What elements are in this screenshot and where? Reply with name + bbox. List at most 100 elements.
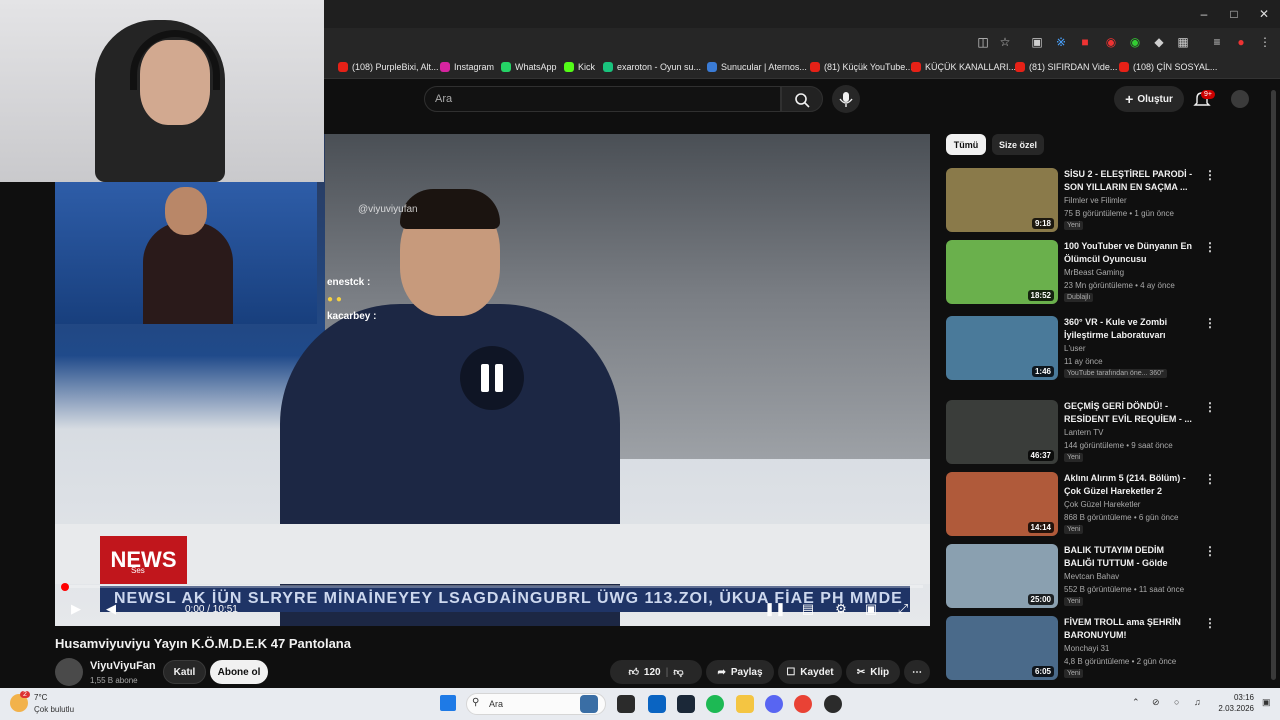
search-input[interactable]: Ara bbox=[424, 86, 781, 112]
pause-overlay-icon[interactable] bbox=[460, 346, 524, 410]
miniplayer-icon[interactable]: ▣ bbox=[863, 598, 879, 620]
search-button[interactable] bbox=[781, 86, 823, 112]
channel-avatar[interactable] bbox=[55, 658, 83, 686]
recommendation-item[interactable]: 46:37 GEÇMİŞ GERİ DÖNDÜ! - RESİDENT EVİL … bbox=[946, 400, 1221, 464]
bookmark-star-icon[interactable]: ☆ bbox=[996, 33, 1014, 51]
recommendation-item[interactable]: 6:05 FİVEM TROLL ama ŞEHRİN BARONUYUM! Mon… bbox=[946, 616, 1221, 680]
extension-icon[interactable]: ◉ bbox=[1102, 33, 1120, 51]
more-vertical-icon[interactable]: ⋮ bbox=[1204, 472, 1216, 486]
bookmark-item[interactable]: Instagram bbox=[440, 60, 494, 74]
bookmark-item[interactable]: (108) PurpleBixi, Alt... bbox=[338, 60, 439, 74]
recommendation-title[interactable]: Aklını Alırım 5 (214. Bölüm) - Çok Güzel… bbox=[1064, 472, 1196, 498]
recommendation-item[interactable]: 18:52 100 YouTuber ve Dünyanın En Ölümcül… bbox=[946, 240, 1221, 304]
close-icon[interactable]: ✕ bbox=[1254, 4, 1274, 24]
recommendation-thumbnail[interactable]: 46:37 bbox=[946, 400, 1058, 464]
recommendation-thumbnail[interactable]: 1:46 bbox=[946, 316, 1058, 380]
network-icon[interactable]: ⊘ bbox=[1152, 697, 1160, 708]
profile-icon[interactable]: ● bbox=[1232, 33, 1250, 51]
recommendation-title[interactable]: SİSU 2 - ELEŞTİREL PARODİ - SON YILLARIN… bbox=[1064, 168, 1196, 194]
settings-gear-icon[interactable]: ⚙ bbox=[833, 598, 849, 620]
pause-icon[interactable]: ❚❚ bbox=[764, 598, 786, 620]
bookmark-item[interactable]: (108) ÇİN SOSYAL... bbox=[1119, 60, 1217, 74]
chip-for-you[interactable]: Size özel bbox=[992, 134, 1044, 155]
save-button[interactable]: ☐ Kaydet bbox=[778, 660, 842, 684]
more-vertical-icon[interactable]: ⋮ bbox=[1204, 400, 1216, 414]
recommendation-thumbnail[interactable]: 9:18 bbox=[946, 168, 1058, 232]
clip-button[interactable]: ✂ Klip bbox=[846, 660, 900, 684]
show-hidden-icons-icon[interactable]: ⌃ bbox=[1132, 697, 1140, 708]
menu-icon[interactable]: ⋮ bbox=[1256, 33, 1274, 51]
extension-icon[interactable]: ■ bbox=[1076, 33, 1094, 51]
extension-icon[interactable]: ▣ bbox=[1028, 33, 1046, 51]
fullscreen-icon[interactable]: ⤢ bbox=[895, 598, 911, 620]
recommendation-channel[interactable]: MrBeast Gaming bbox=[1064, 268, 1124, 277]
minimize-icon[interactable]: – bbox=[1194, 4, 1214, 24]
bookmark-item[interactable]: (81) Küçük YouTube... bbox=[810, 60, 913, 74]
install-app-icon[interactable]: ◫ bbox=[974, 33, 992, 51]
recommendation-title[interactable]: 360° VR - Kule ve Zombi İyileştirme Labo… bbox=[1064, 316, 1196, 342]
more-actions-button[interactable]: ⋯ bbox=[904, 660, 930, 684]
maximize-icon[interactable]: □ bbox=[1224, 4, 1244, 24]
voice-search-button[interactable] bbox=[832, 85, 860, 113]
chip-all[interactable]: Tümü bbox=[946, 134, 986, 155]
recommendation-title[interactable]: FİVEM TROLL ama ŞEHRİN BARONUYUM! bbox=[1064, 616, 1196, 642]
recommendation-thumbnail[interactable]: 25:00 bbox=[946, 544, 1058, 608]
bookmark-item[interactable]: exaroton - Oyun su... bbox=[603, 60, 701, 74]
start-windows-icon[interactable] bbox=[440, 695, 456, 711]
recommendation-item[interactable]: 9:18 SİSU 2 - ELEŞTİREL PARODİ - SON YILL… bbox=[946, 168, 1221, 232]
progress-scrubber[interactable] bbox=[61, 583, 69, 591]
bookmark-item[interactable]: KÜÇÜK KANALLARI... bbox=[911, 60, 1016, 74]
recommendation-title[interactable]: BALIK TUTAYIM DEDİM BALIĞI TUTTUM - Göld… bbox=[1064, 544, 1196, 570]
dislike-button[interactable]: 👎︎ bbox=[673, 666, 683, 678]
play-button[interactable]: ▶ bbox=[65, 598, 87, 620]
tab-search-icon[interactable]: ≡ bbox=[1208, 33, 1226, 51]
extension-icon[interactable]: ◆ bbox=[1150, 33, 1168, 51]
spotify-icon[interactable] bbox=[706, 695, 724, 713]
page-scrollbar[interactable] bbox=[1271, 90, 1276, 680]
channel-name[interactable]: ViyuViyuFan bbox=[90, 660, 156, 672]
share-button[interactable]: ➦ Paylaş bbox=[706, 660, 774, 684]
recommendation-title[interactable]: 100 YouTuber ve Dünyanın En Ölümcül Oyun… bbox=[1064, 240, 1196, 266]
steam-icon[interactable] bbox=[677, 695, 695, 713]
subtitles-icon[interactable]: ▤ bbox=[800, 598, 816, 620]
extension-icon[interactable]: ※ bbox=[1052, 33, 1070, 51]
create-button[interactable]: + Oluştur bbox=[1114, 86, 1184, 112]
recommendation-channel[interactable]: Monchayi 31 bbox=[1064, 644, 1109, 653]
notification-center-icon[interactable]: ▣ bbox=[1262, 697, 1271, 708]
taskbar-app-icon[interactable] bbox=[824, 695, 842, 713]
task-view-icon[interactable] bbox=[617, 695, 635, 713]
clock-date[interactable]: 2.03.2026 bbox=[1212, 704, 1254, 713]
outlook-icon[interactable] bbox=[648, 695, 666, 713]
more-vertical-icon[interactable]: ⋮ bbox=[1204, 316, 1216, 330]
clock-time[interactable]: 03:16 bbox=[1212, 693, 1254, 702]
microphone-tray-icon[interactable]: ○ bbox=[1174, 697, 1179, 707]
recommendation-thumbnail[interactable]: 6:05 bbox=[946, 616, 1058, 680]
recommendation-item[interactable]: 14:14 Aklını Alırım 5 (214. Bölüm) - Çok … bbox=[946, 472, 1221, 536]
extension-icon[interactable]: ◉ bbox=[1126, 33, 1144, 51]
recommendation-channel[interactable]: Mevtcan Bahav bbox=[1064, 572, 1119, 581]
bookmark-item[interactable]: WhatsApp bbox=[501, 60, 557, 74]
chrome-icon[interactable] bbox=[794, 695, 812, 713]
more-vertical-icon[interactable]: ⋮ bbox=[1204, 168, 1216, 182]
file-explorer-icon[interactable] bbox=[736, 695, 754, 713]
bookmark-item[interactable]: (81) SIFIRDAN Vide... bbox=[1015, 60, 1117, 74]
recommendation-item[interactable]: 25:00 BALIK TUTAYIM DEDİM BALIĞI TUTTUM -… bbox=[946, 544, 1221, 608]
recommendation-channel[interactable]: Filmler ve Filimler bbox=[1064, 196, 1127, 205]
user-avatar[interactable] bbox=[1231, 90, 1249, 108]
bookmark-item[interactable]: Sunucular | Aternos... bbox=[707, 60, 807, 74]
recommendation-channel[interactable]: L'user bbox=[1064, 344, 1086, 353]
recommendation-channel[interactable]: Lantern TV bbox=[1064, 428, 1103, 437]
like-button[interactable]: 👍︎ 120 bbox=[628, 666, 660, 679]
recommendation-channel[interactable]: Çok Güzel Hareketler bbox=[1064, 500, 1140, 509]
volume-tray-icon[interactable]: ♫ bbox=[1194, 697, 1201, 707]
subscribe-button[interactable]: Abone ol bbox=[210, 660, 268, 684]
discord-icon[interactable] bbox=[765, 695, 783, 713]
recommendation-thumbnail[interactable]: 14:14 bbox=[946, 472, 1058, 536]
recommendation-item[interactable]: 1:46 360° VR - Kule ve Zombi İyileştirme … bbox=[946, 316, 1221, 380]
extensions-puzzle-icon[interactable]: ▦ bbox=[1174, 33, 1192, 51]
join-button[interactable]: Katıl bbox=[163, 660, 206, 684]
bookmark-item[interactable]: Kick bbox=[564, 60, 595, 74]
progress-bar[interactable] bbox=[65, 585, 923, 588]
more-vertical-icon[interactable]: ⋮ bbox=[1204, 544, 1216, 558]
more-vertical-icon[interactable]: ⋮ bbox=[1204, 616, 1216, 630]
